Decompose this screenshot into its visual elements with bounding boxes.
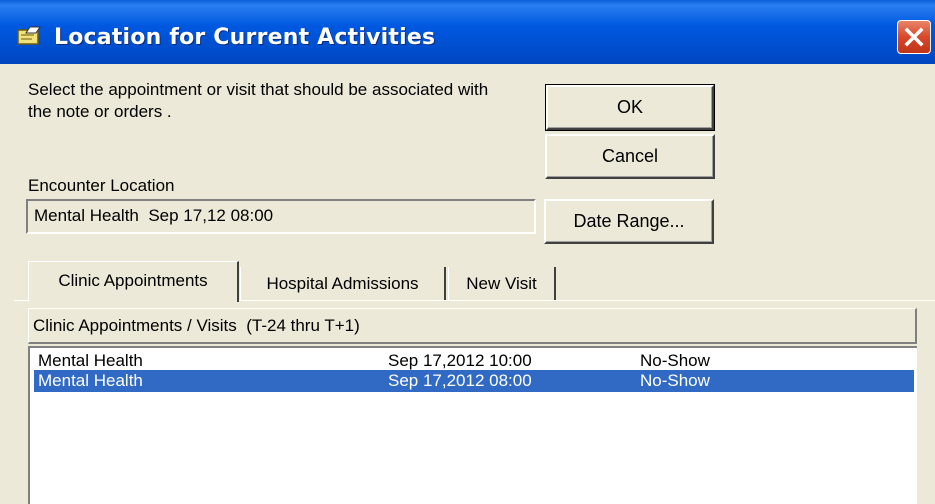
cancel-button[interactable]: Cancel <box>545 134 715 179</box>
title-bar[interactable]: Location for Current Activities <box>0 0 935 64</box>
close-icon <box>904 27 924 47</box>
tab-hospital-admissions[interactable]: Hospital Admissions <box>240 267 446 300</box>
appointments-grid-header: Clinic Appointments / Visits (T-24 thru … <box>28 308 917 344</box>
row-datetime: Sep 17,2012 08:00 <box>388 371 532 390</box>
date-range-button[interactable]: Date Range... <box>544 199 714 244</box>
ok-button[interactable]: OK <box>545 84 715 131</box>
encounter-location-field: Mental Health Sep 17,12 08:00 <box>26 199 536 234</box>
row-status: No-Show <box>640 371 710 390</box>
row-datetime: Sep 17,2012 10:00 <box>388 351 532 370</box>
row-status: No-Show <box>640 351 710 370</box>
window-title: Location for Current Activities <box>54 25 436 50</box>
tab-new-visit[interactable]: New Visit <box>448 267 556 300</box>
tab-clinic-appointments[interactable]: Clinic Appointments <box>28 261 239 302</box>
list-item[interactable]: Mental Health Sep 17,2012 10:00 No-Show <box>34 350 914 372</box>
row-location: Mental Health <box>38 371 143 390</box>
appointments-list[interactable]: Mental Health Sep 17,2012 10:00 No-Show … <box>28 346 917 504</box>
instructions-text: Select the appointment or visit that sho… <box>28 80 489 121</box>
list-item-selected[interactable]: Mental Health Sep 17,2012 08:00 No-Show <box>34 370 914 392</box>
close-button[interactable] <box>897 20 931 54</box>
encounter-location-label: Encounter Location <box>28 176 175 195</box>
note-pencil-icon <box>17 26 41 45</box>
row-location: Mental Health <box>38 351 143 370</box>
dialog-window: Location for Current Activities Select t… <box>0 0 935 504</box>
